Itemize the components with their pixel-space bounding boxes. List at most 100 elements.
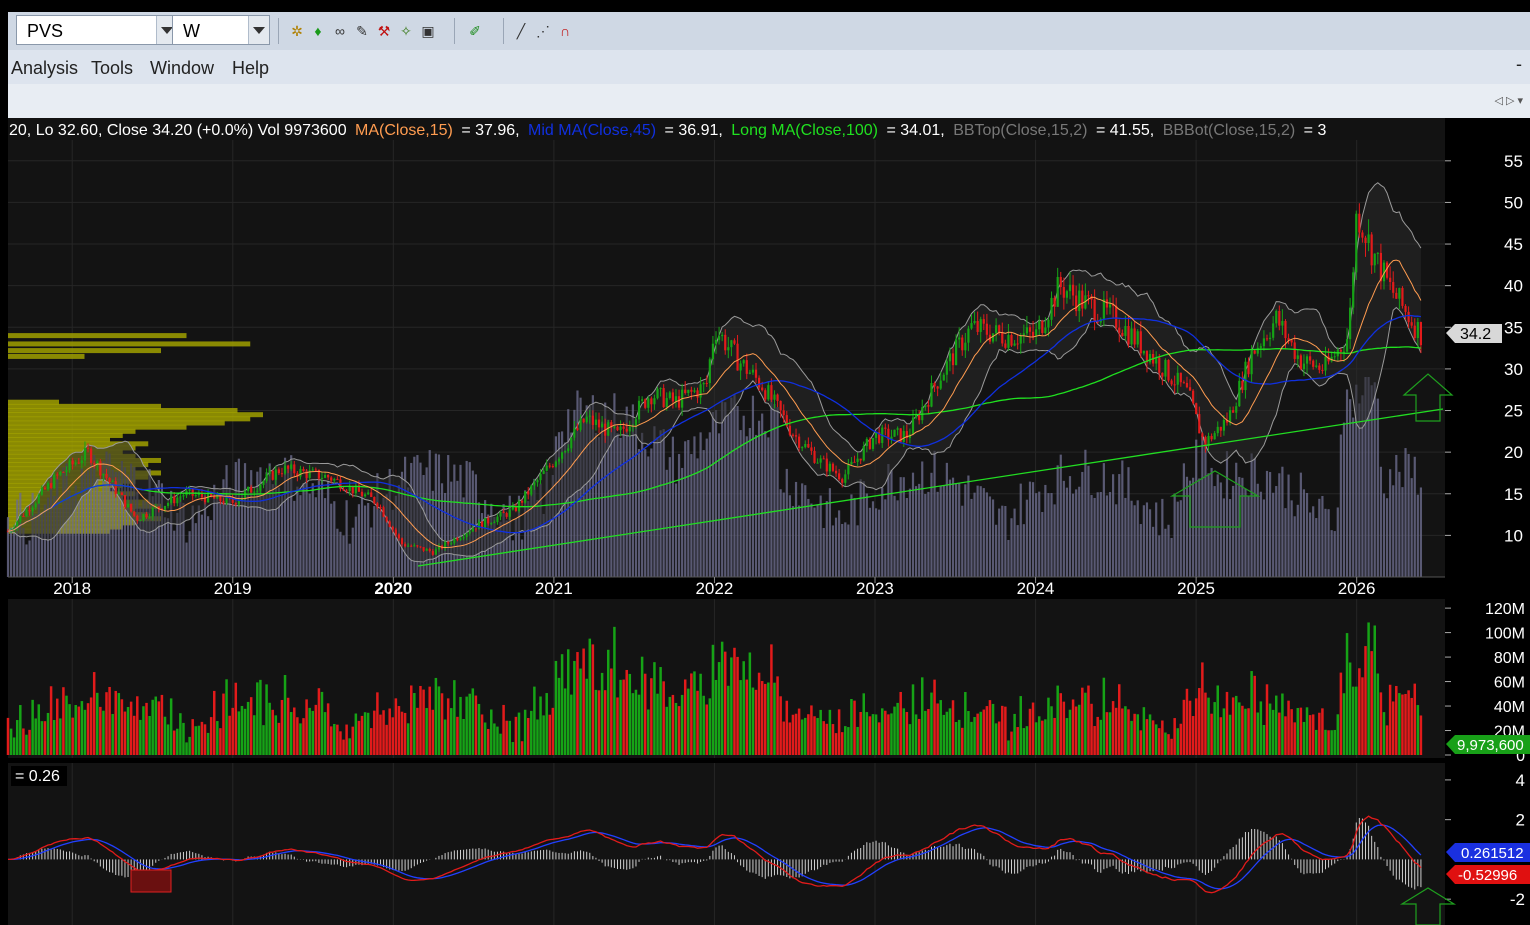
volume-bar xyxy=(203,724,207,755)
volume-bar xyxy=(185,742,188,755)
volume-overlay-bar xyxy=(1130,500,1133,577)
volume-overlay-bar xyxy=(1287,474,1290,577)
analysis-icon[interactable]: ⚒ xyxy=(375,22,393,40)
macd-pane[interactable] xyxy=(8,763,1445,925)
volume-bar xyxy=(179,713,182,755)
scroll-arrows-icon[interactable]: ◁▷▾ xyxy=(1495,94,1526,107)
volume-overlay-bar xyxy=(973,492,976,577)
candle-body xyxy=(1068,284,1072,292)
volume-bar xyxy=(1339,672,1343,755)
symbol-combo[interactable]: PVS xyxy=(16,15,178,45)
menu-help[interactable]: Help xyxy=(232,58,269,79)
volume-bar xyxy=(677,706,681,755)
volume-bar xyxy=(212,690,216,755)
candle-body xyxy=(43,487,47,490)
signal-icon[interactable]: ♦ xyxy=(309,22,327,40)
volume-bar xyxy=(933,679,936,755)
volume-bar xyxy=(342,739,345,755)
volume-overlay-bar xyxy=(311,483,314,577)
candle-body xyxy=(619,426,622,431)
candle-body xyxy=(179,496,182,498)
volume-bar xyxy=(83,709,87,755)
volume-bar xyxy=(1127,709,1130,755)
candle-body xyxy=(471,528,474,532)
volume-bar xyxy=(850,698,853,755)
candle-body xyxy=(973,320,976,324)
volume-bar xyxy=(874,714,878,755)
candle-body xyxy=(1281,320,1284,326)
candle-body xyxy=(1130,328,1133,345)
candle-body xyxy=(1389,277,1392,283)
volume-bar xyxy=(1114,707,1118,755)
candle-body xyxy=(191,489,194,496)
volume-bar xyxy=(1382,712,1386,755)
candle-body xyxy=(711,343,715,360)
candle-body xyxy=(333,478,336,481)
menu-window[interactable]: Window xyxy=(150,58,214,79)
candle-body xyxy=(1232,410,1235,413)
candle-body xyxy=(360,491,364,497)
ray-icon[interactable]: ⋰ xyxy=(534,22,552,40)
volume-overlay-bar xyxy=(1232,485,1235,577)
volume-bar xyxy=(945,711,949,755)
volume-bar xyxy=(708,698,712,755)
magnet-icon[interactable]: ∩ xyxy=(556,22,574,40)
menu-analysis[interactable]: Analysis xyxy=(11,58,78,79)
candle-body xyxy=(539,473,542,481)
zoom-icon[interactable]: ∞ xyxy=(331,22,349,40)
candle-body xyxy=(259,484,262,491)
volume-bar xyxy=(139,719,142,755)
minimize-button[interactable]: - xyxy=(1516,54,1522,75)
volume-bar xyxy=(1271,709,1275,755)
volume-overlay-bar xyxy=(859,479,862,577)
candle-body xyxy=(1419,322,1423,346)
chart-area[interactable]: 20, Lo 32.60, Close 34.20 (+0.0%) Vol 99… xyxy=(0,118,1530,925)
volume-bar xyxy=(1219,717,1223,755)
volume-bar xyxy=(585,678,588,755)
volume-bar xyxy=(1071,699,1075,755)
macd-header: = 0.26 xyxy=(15,768,60,785)
draw-icon[interactable]: ✎ xyxy=(353,22,371,40)
interval-combo[interactable]: W xyxy=(172,15,270,45)
candle-body xyxy=(841,479,844,483)
pen-icon[interactable]: ✐ xyxy=(466,22,484,40)
candle-body xyxy=(90,448,93,464)
volume-bar xyxy=(625,669,628,755)
volume-overlay-bar xyxy=(342,535,345,577)
highlight-box[interactable] xyxy=(130,869,172,893)
volume-overlay-bar xyxy=(819,495,822,577)
wand-icon[interactable]: ✧ xyxy=(397,22,415,40)
volume-bar xyxy=(228,715,231,755)
candle-body xyxy=(1413,325,1416,339)
volume-overlay-bar xyxy=(330,503,333,577)
candle-body xyxy=(724,334,727,351)
volume-bar xyxy=(773,682,776,755)
volume-overlay-bar xyxy=(444,492,447,577)
volume-bar xyxy=(308,707,311,755)
volume-overlay-bar xyxy=(1019,483,1022,577)
volume-bar xyxy=(1016,727,1019,755)
volume-bar xyxy=(822,721,825,755)
candle-body xyxy=(1262,338,1266,347)
volume-bar xyxy=(683,679,687,755)
volume-overlay-bar xyxy=(1161,498,1164,577)
candle-body xyxy=(979,319,982,332)
volume-overlay-bar xyxy=(1389,469,1392,577)
line-icon[interactable]: ╱ xyxy=(512,22,530,40)
candle-body xyxy=(1031,331,1035,337)
candle-body xyxy=(1352,272,1355,308)
menu-tools[interactable]: Tools xyxy=(91,58,133,79)
volume-overlay-bar xyxy=(637,449,641,577)
indicator-icon[interactable]: ✲ xyxy=(288,22,306,40)
candle-body xyxy=(810,447,813,451)
candle-body xyxy=(714,339,718,344)
volume-bar xyxy=(1376,673,1380,755)
y-tick-label: 50 xyxy=(1504,193,1523,212)
volume-bar xyxy=(1210,713,1213,755)
volume-tick-label: 100M xyxy=(1485,626,1525,643)
candle-body xyxy=(277,469,280,474)
chevron-down-icon[interactable] xyxy=(248,16,269,44)
candle-body xyxy=(739,363,742,371)
volume-overlay-bar xyxy=(1078,486,1081,577)
chart-icon[interactable]: ▣ xyxy=(419,22,437,40)
